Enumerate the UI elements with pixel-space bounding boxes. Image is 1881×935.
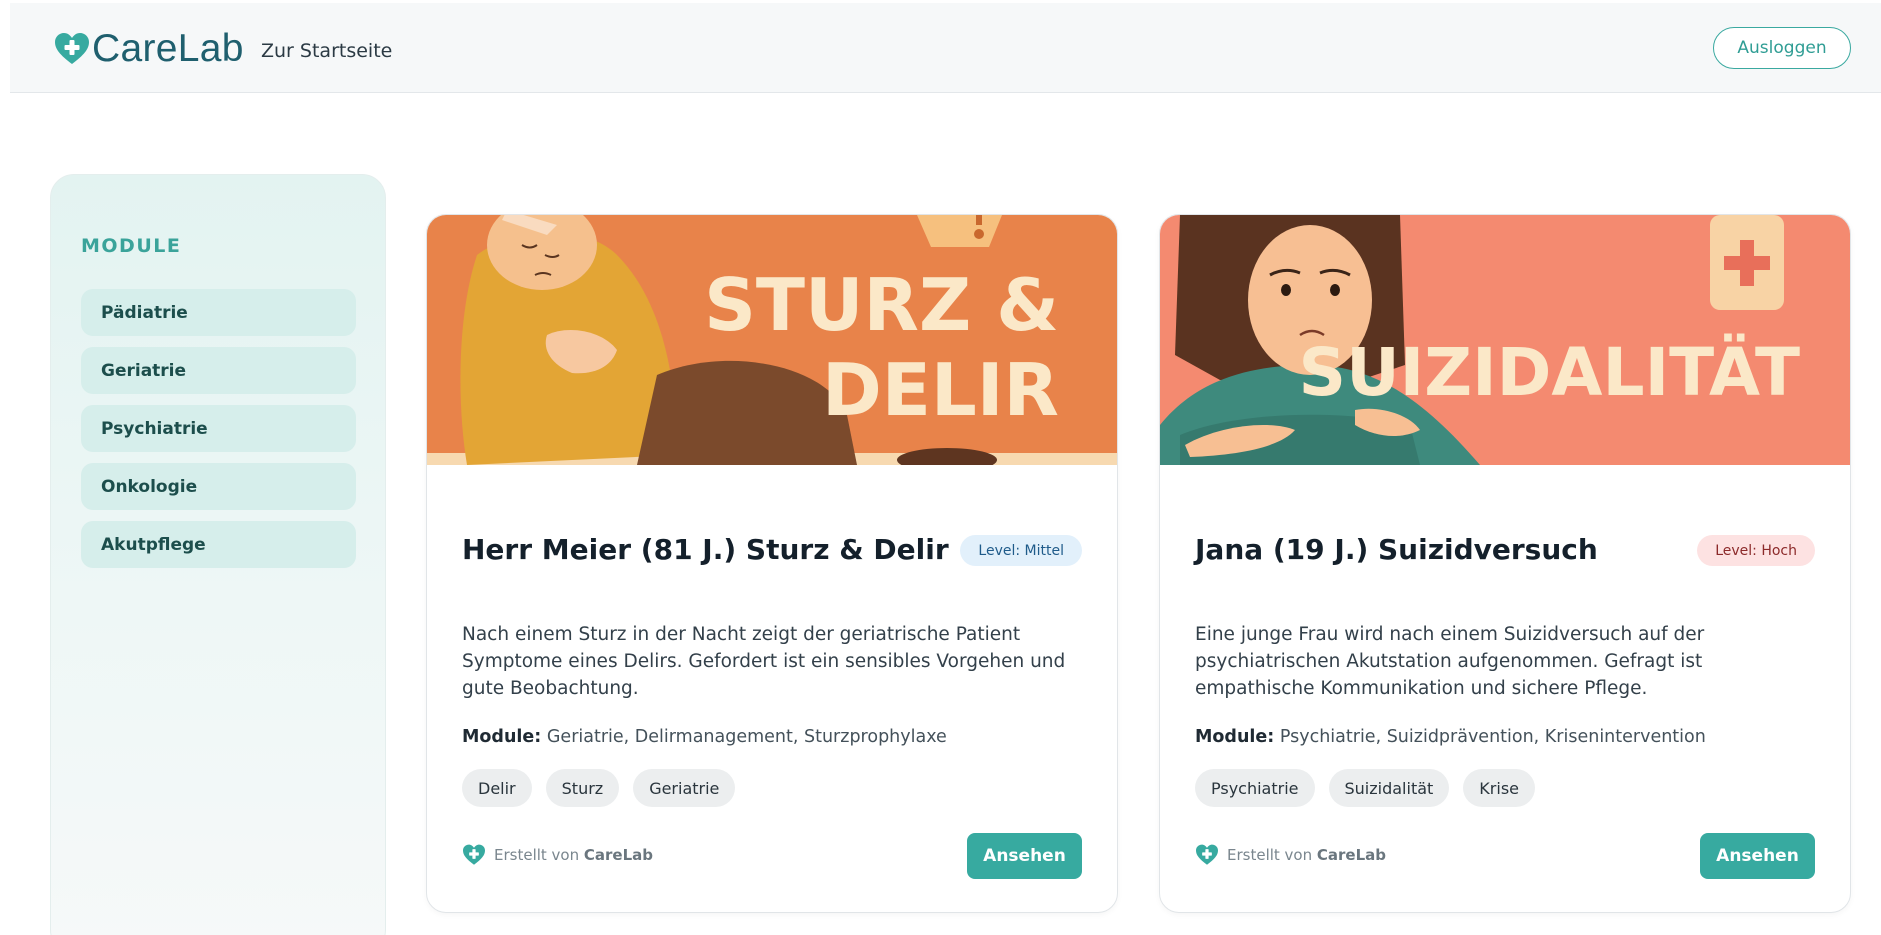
sidebar-item-akutpflege[interactable]: Akutpflege xyxy=(81,521,356,568)
case-banner-image: SUIZIDALITÄT xyxy=(1160,215,1850,465)
view-case-button[interactable]: Ansehen xyxy=(1700,833,1815,879)
view-case-button[interactable]: Ansehen xyxy=(967,833,1082,879)
tag-list: Psychiatrie Suizidalität Krise xyxy=(1195,769,1535,807)
tag-list: Delir Sturz Geriatrie xyxy=(462,769,736,807)
case-modules: Module: Psychiatrie, Suizidprävention, K… xyxy=(1195,727,1706,747)
sidebar-item-geriatrie[interactable]: Geriatrie xyxy=(81,347,356,394)
case-description: Nach einem Sturz in der Nacht zeigt der … xyxy=(462,624,1066,699)
brand-name: CareLab xyxy=(92,27,244,70)
case-card: STURZ & DELIR Herr Meier (81 J.) Sturz &… xyxy=(426,214,1118,913)
case-title: Jana (19 J.) Suizidversuch xyxy=(1195,533,1598,566)
modules-list: Psychiatrie, Suizidprävention, Krisenint… xyxy=(1279,727,1706,747)
tag[interactable]: Suizidalität xyxy=(1328,769,1450,807)
module-sidebar: MODULE Pädiatrie Geriatrie Psychiatrie O… xyxy=(50,174,386,935)
modules-list: Geriatrie, Delirmanagement, Sturzprophyl… xyxy=(546,727,947,747)
tag[interactable]: Delir xyxy=(462,769,532,807)
modules-label: Module: xyxy=(1195,727,1275,747)
tag[interactable]: Sturz xyxy=(545,769,620,807)
card-footer: Erstellt von CareLab xyxy=(462,844,653,866)
case-modules: Module: Geriatrie, Delirmanagement, Stur… xyxy=(462,727,947,747)
tag[interactable]: Krise xyxy=(1463,769,1535,807)
home-link[interactable]: Zur Startseite xyxy=(261,40,392,62)
sidebar-title: MODULE xyxy=(81,235,182,257)
case-description: Eine junge Frau wird nach einem Suizidve… xyxy=(1195,624,1705,699)
brand-logo[interactable]: CareLab xyxy=(54,27,244,71)
heart-plus-icon xyxy=(1196,844,1218,865)
sidebar-item-paediatrie[interactable]: Pädiatrie xyxy=(81,289,356,336)
tag[interactable]: Geriatrie xyxy=(633,769,736,807)
sidebar-item-onkologie[interactable]: Onkologie xyxy=(81,463,356,510)
logout-button[interactable]: Ausloggen xyxy=(1713,27,1851,69)
modules-label: Module: xyxy=(462,727,542,747)
created-by: Erstellt von CareLab xyxy=(494,846,654,864)
level-badge: Level: Mittel xyxy=(960,535,1082,566)
case-card: SUIZIDALITÄT Jana (19 J.) Suizidversuch … xyxy=(1159,214,1851,913)
banner-text-1: SUIZIDALITÄT xyxy=(1299,333,1800,411)
banner-text-1: STURZ & xyxy=(704,263,1059,347)
sidebar-item-psychiatrie[interactable]: Psychiatrie xyxy=(81,405,356,452)
heart-plus-icon xyxy=(463,844,485,865)
case-banner-image: STURZ & DELIR xyxy=(427,215,1117,465)
heart-plus-icon xyxy=(55,33,89,64)
banner-text-2: DELIR xyxy=(822,348,1059,432)
case-title: Herr Meier (81 J.) Sturz & Delir xyxy=(462,533,949,566)
level-badge: Level: Hoch xyxy=(1697,535,1815,566)
created-by: Erstellt von CareLab xyxy=(1227,846,1387,864)
card-footer: Erstellt von CareLab xyxy=(1195,844,1386,866)
tag[interactable]: Psychiatrie xyxy=(1195,769,1315,807)
top-navbar: CareLab Zur Startseite Ausloggen xyxy=(10,3,1881,93)
